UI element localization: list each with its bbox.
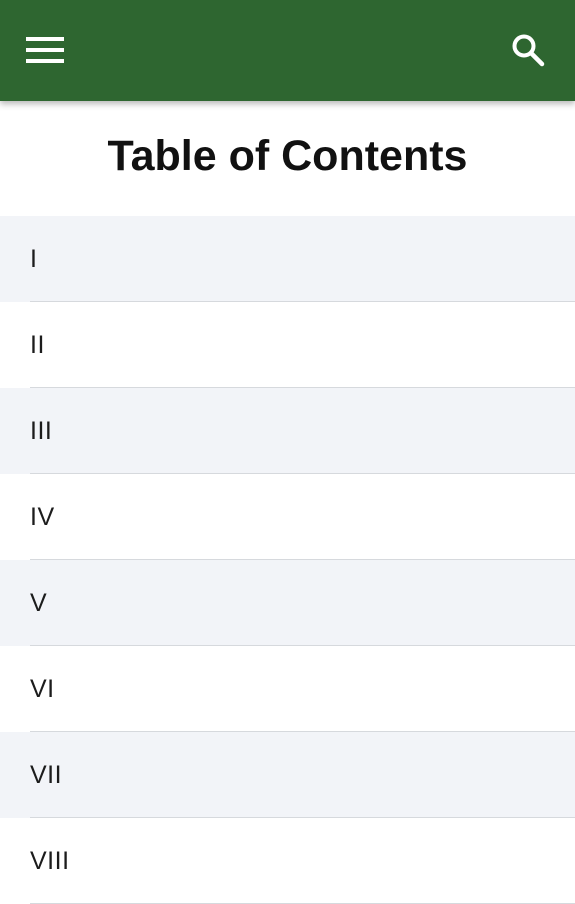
page-title: Table of Contents	[107, 132, 468, 180]
toc-item-label: VII	[30, 760, 63, 789]
menu-button[interactable]	[17, 22, 73, 78]
toc-item-label: II	[30, 330, 45, 359]
toc-item-ii[interactable]: II	[0, 302, 575, 388]
toc-item-iii[interactable]: III	[0, 388, 575, 474]
toc-item-vii[interactable]: VII	[0, 732, 575, 818]
toc-list: I II III IV V VI VII VIII	[0, 216, 575, 904]
toc-item-iv[interactable]: IV	[0, 474, 575, 560]
toc-item-viii[interactable]: VIII	[0, 818, 575, 904]
toc-item-label: V	[30, 588, 48, 617]
toc-item-label: I	[30, 244, 38, 273]
app-bar	[0, 0, 575, 101]
toc-item-label: VIII	[30, 846, 70, 875]
search-icon	[512, 34, 545, 67]
hamburger-menu-icon	[26, 37, 64, 63]
search-button[interactable]	[500, 22, 556, 78]
toc-item-i[interactable]: I	[0, 216, 575, 302]
toc-item-vi[interactable]: VI	[0, 646, 575, 732]
toc-item-label: III	[30, 416, 53, 445]
toc-item-v[interactable]: V	[0, 560, 575, 646]
toc-item-label: VI	[30, 674, 55, 703]
toc-item-label: IV	[30, 502, 55, 531]
